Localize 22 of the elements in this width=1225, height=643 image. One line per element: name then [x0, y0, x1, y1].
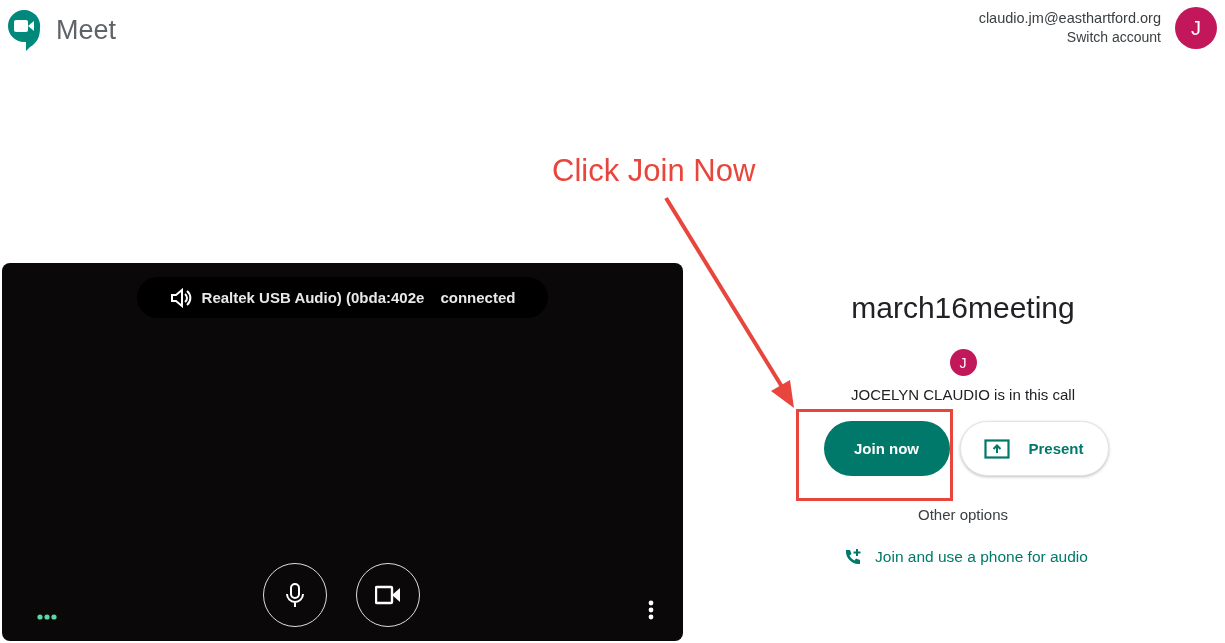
present-screen-icon: [984, 438, 1011, 459]
account-avatar[interactable]: J: [1175, 7, 1217, 49]
phone-add-icon: [844, 548, 863, 566]
participant-status: JOCELYN CLAUDIO is in this call: [851, 386, 1075, 403]
switch-account-link[interactable]: Switch account: [1066, 28, 1161, 47]
meeting-title: march16meeting: [851, 291, 1075, 325]
more-options-icon[interactable]: [648, 600, 654, 620]
microphone-icon: [284, 583, 306, 607]
app-name: Meet: [56, 14, 117, 46]
audio-status: connected: [440, 289, 516, 306]
annotation-text: Click Join Now: [552, 153, 756, 189]
phone-audio-link[interactable]: Join and use a phone for audio: [875, 548, 1088, 566]
account-email: claudio.jm@easthartford.org: [978, 9, 1161, 28]
meet-logo-icon: [6, 8, 42, 52]
other-options-label: Other options: [917, 506, 1009, 523]
speaker-icon: [169, 287, 192, 308]
camera-icon: [375, 585, 401, 605]
present-button[interactable]: Present: [959, 421, 1109, 476]
join-now-button[interactable]: Join now: [823, 421, 950, 476]
audio-device-name: Realtek USB Audio) (0bda:402e: [201, 289, 425, 306]
dots-icon: [37, 614, 57, 620]
participant-avatar: J: [949, 349, 977, 376]
